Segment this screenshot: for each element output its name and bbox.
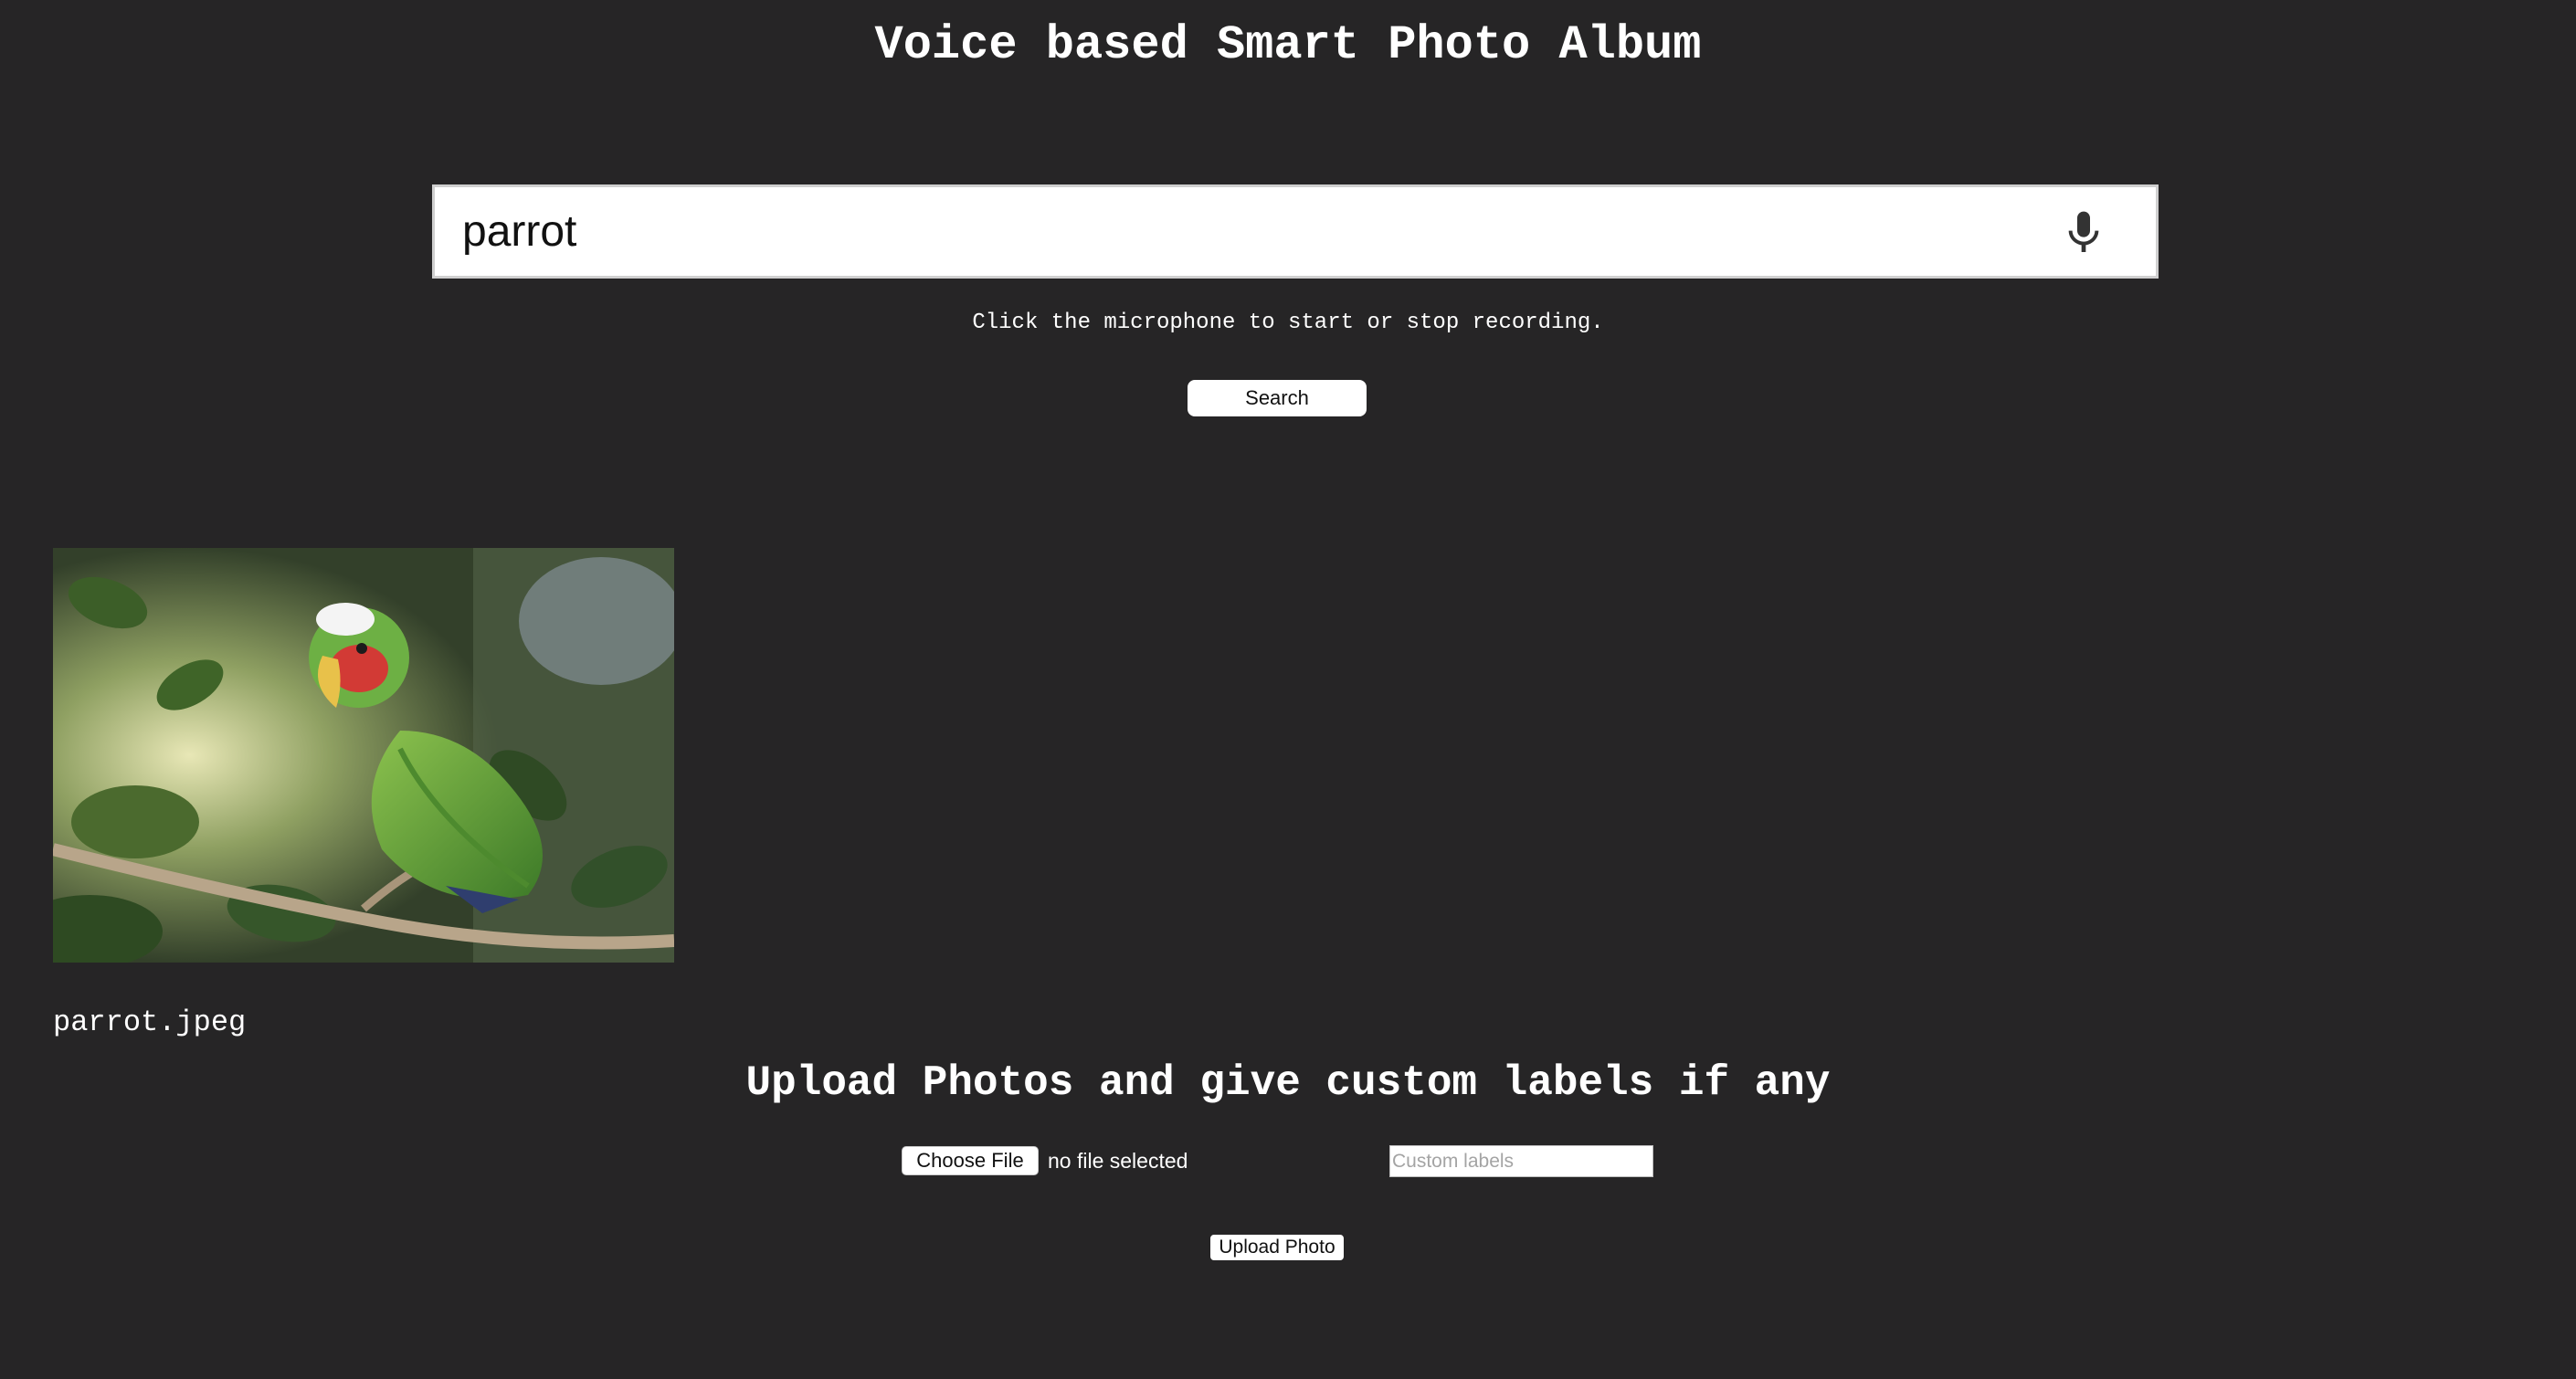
search-bar xyxy=(432,184,2159,279)
search-button[interactable]: Search xyxy=(1188,380,1367,416)
choose-file-button[interactable]: Choose File xyxy=(902,1146,1039,1175)
upload-section-title: Upload Photos and give custom labels if … xyxy=(745,1059,1831,1107)
file-status-text: no file selected xyxy=(1048,1149,1188,1173)
recording-hint: Click the microphone to start or stop re… xyxy=(972,311,1604,335)
result-filename: parrot.jpeg xyxy=(53,1005,247,1039)
page-title: Voice based Smart Photo Album xyxy=(874,18,1702,72)
custom-labels-input[interactable] xyxy=(1389,1145,1653,1177)
microphone-icon[interactable] xyxy=(2058,207,2109,258)
upload-photo-button[interactable]: Upload Photo xyxy=(1210,1235,1344,1260)
search-input[interactable] xyxy=(462,187,2015,276)
result-photo[interactable] xyxy=(53,548,674,963)
